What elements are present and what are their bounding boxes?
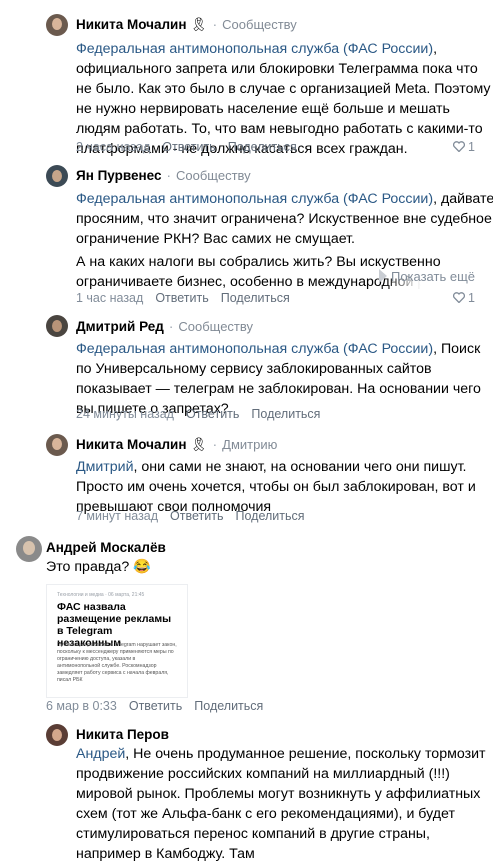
avatar[interactable] xyxy=(46,434,68,456)
medal-icon: 🎗 xyxy=(190,17,208,32)
comment-time[interactable]: 7 минут назад xyxy=(76,509,158,523)
comment-author[interactable]: Никита Перов xyxy=(76,727,169,742)
heart-icon xyxy=(452,141,465,152)
reply-target: Сообществу xyxy=(176,168,251,183)
comment-text: Андрей, Не очень продуманное решение, по… xyxy=(76,746,486,862)
comment-time[interactable]: 24 минуты назад xyxy=(76,407,174,421)
attached-image[interactable]: Технологии и медиа · 06 марта, 21:45 ФАС… xyxy=(46,584,188,698)
reply-button[interactable]: Ответить xyxy=(129,699,182,713)
share-button[interactable]: Поделиться xyxy=(228,140,297,154)
comment-time[interactable]: 6 мар в 0:33 xyxy=(46,699,117,713)
mention-link[interactable]: Дмитрий xyxy=(76,459,134,475)
comment-text: Федеральная антимонопольная служба (ФАС … xyxy=(76,191,493,247)
mention-link[interactable]: Федеральная антимонопольная служба (ФАС … xyxy=(76,191,433,207)
reply-target: Дмитрию xyxy=(222,437,278,452)
comment-author[interactable]: Ян Пурвенес xyxy=(76,168,162,183)
reply-button[interactable]: Ответить xyxy=(155,291,208,305)
comment-time[interactable]: 1 час назад xyxy=(76,291,143,305)
comment-time[interactable]: 2 часа назад xyxy=(76,140,150,154)
comment-text: Дмитрий, они сами не знают, на основании… xyxy=(76,459,476,515)
like-count: 1 xyxy=(468,291,475,305)
attachment-text: Публикация рекламы в Telegram нарушает з… xyxy=(57,642,177,683)
medal-icon: 🎗 xyxy=(190,437,208,452)
share-button[interactable]: Поделиться xyxy=(194,699,263,713)
reply-button[interactable]: Ответить xyxy=(186,407,239,421)
avatar[interactable] xyxy=(46,14,68,36)
mention-link[interactable]: Федеральная антимонопольная служба (ФАС … xyxy=(76,341,433,357)
reply-target: Сообществу xyxy=(222,17,297,32)
comment-text: Это правда? 😂 xyxy=(46,559,151,575)
reply-button[interactable]: Ответить xyxy=(162,140,215,154)
like-button[interactable]: 1 xyxy=(452,140,475,154)
comment-author[interactable]: Никита Мочалин xyxy=(76,437,187,452)
avatar[interactable] xyxy=(16,536,42,562)
comment-author[interactable]: Андрей Москалёв xyxy=(46,540,166,555)
mention-link[interactable]: Федеральная антимонопольная служба (ФАС … xyxy=(76,41,433,57)
avatar[interactable] xyxy=(46,165,68,187)
share-button[interactable]: Поделиться xyxy=(221,291,290,305)
share-button[interactable]: Поделиться xyxy=(251,407,320,421)
like-count: 1 xyxy=(468,140,475,154)
reply-button[interactable]: Ответить xyxy=(170,509,223,523)
heart-icon xyxy=(452,292,465,303)
reply-target: Сообществу xyxy=(178,319,254,334)
avatar[interactable] xyxy=(46,315,68,337)
comment-author[interactable]: Дмитрий Ред xyxy=(76,319,164,334)
like-button[interactable]: 1 xyxy=(452,291,475,305)
show-more-link[interactable]: Показать ещё xyxy=(378,269,475,284)
mention-link[interactable]: Андрей xyxy=(76,746,125,762)
comment-author[interactable]: Никита Мочалин xyxy=(76,17,187,32)
avatar[interactable] xyxy=(46,724,68,746)
expand-arrow-icon xyxy=(378,269,387,283)
share-button[interactable]: Поделиться xyxy=(235,509,304,523)
